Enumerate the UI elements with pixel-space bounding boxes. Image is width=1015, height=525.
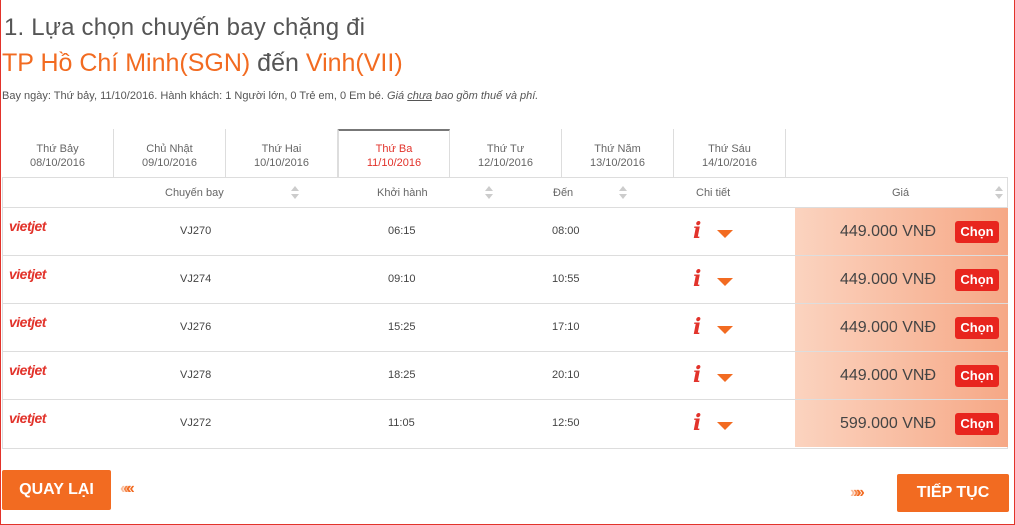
double-chevron-right-icon: »»» bbox=[850, 484, 865, 501]
sort-icon[interactable] bbox=[291, 186, 299, 200]
date-tab[interactable]: Thứ Sáu 14/10/2016 bbox=[674, 129, 786, 177]
date-tab-active[interactable]: Thứ Ba 11/10/2016 bbox=[338, 129, 450, 177]
depart-time: 06:15 bbox=[388, 225, 416, 237]
price: 449.000 VNĐ bbox=[839, 271, 936, 288]
date-tab[interactable]: Thứ Năm 13/10/2016 bbox=[562, 129, 674, 177]
header-price[interactable]: Giá bbox=[892, 187, 909, 199]
origin-city: TP Hồ Chí Minh(SGN) bbox=[2, 49, 251, 77]
destination-city: Vinh(VII) bbox=[305, 49, 403, 77]
caret-down-icon[interactable] bbox=[717, 422, 733, 430]
vietjet-logo: vietjet bbox=[9, 362, 46, 378]
price: 599.000 VNĐ bbox=[839, 415, 936, 432]
price: 449.000 VNĐ bbox=[839, 319, 936, 336]
double-chevron-left-icon: ««« bbox=[120, 480, 135, 497]
price-cell: 449.000 VNĐ Chọn bbox=[795, 256, 1008, 303]
info-icon[interactable]: i bbox=[693, 268, 701, 290]
flight-number: VJ272 bbox=[180, 417, 212, 429]
date-tabs: Thứ Bảy 08/10/2016 Chủ Nhật 09/10/2016 Thứ… bbox=[2, 129, 786, 177]
caret-down-icon[interactable] bbox=[717, 230, 733, 238]
select-flight-button[interactable]: Chọn bbox=[955, 269, 999, 291]
info-icon[interactable]: i bbox=[693, 412, 701, 434]
select-flight-button[interactable]: Chọn bbox=[955, 413, 999, 435]
info-icon[interactable]: i bbox=[693, 220, 701, 242]
flight-info-text: Bay ngày: Thứ bảy, 11/10/2016. Hành khác… bbox=[2, 90, 384, 102]
route-connector: đến bbox=[257, 49, 299, 77]
select-flight-button[interactable]: Chọn bbox=[955, 365, 999, 387]
price-cell: 599.000 VNĐ Chọn bbox=[795, 400, 1008, 447]
date-tab[interactable]: Chủ Nhật 09/10/2016 bbox=[114, 129, 226, 177]
flight-number: VJ270 bbox=[180, 225, 212, 237]
page-title: 1. Lựa chọn chuyến bay chặng đi bbox=[4, 14, 366, 41]
sort-icon[interactable] bbox=[485, 186, 493, 200]
arrive-time: 20:10 bbox=[552, 369, 580, 381]
table-row: vietjet VJ274 09:10 10:55 i 449.000 VNĐ … bbox=[3, 256, 1008, 304]
route-title: TP Hồ Chí Minh(SGN) đến Vinh(VII) bbox=[2, 49, 403, 78]
header-detail: Chi tiết bbox=[696, 187, 731, 199]
header-flight[interactable]: Chuyến bay bbox=[165, 187, 224, 199]
flight-info-line: Bay ngày: Thứ bảy, 11/10/2016. Hành khác… bbox=[2, 90, 538, 102]
arrive-time: 12:50 bbox=[552, 417, 580, 429]
depart-time: 09:10 bbox=[388, 273, 416, 285]
table-row: vietjet VJ270 06:15 08:00 i 449.000 VNĐ … bbox=[3, 208, 1008, 256]
date-tab[interactable]: Thứ Bảy 08/10/2016 bbox=[2, 129, 114, 177]
table-header: Chuyến bay Khởi hành Đến Chi tiết Giá bbox=[3, 178, 1007, 208]
vietjet-logo: vietjet bbox=[9, 410, 46, 426]
flight-number: VJ276 bbox=[180, 321, 212, 333]
header-arrive[interactable]: Đến bbox=[553, 187, 573, 199]
flight-number: VJ274 bbox=[180, 273, 212, 285]
price-cell: 449.000 VNĐ Chọn bbox=[795, 304, 1008, 351]
vietjet-logo: vietjet bbox=[9, 218, 46, 234]
table-row: vietjet VJ272 11:05 12:50 i 599.000 VNĐ … bbox=[3, 400, 1008, 448]
table-row: vietjet VJ276 15:25 17:10 i 449.000 VNĐ … bbox=[3, 304, 1008, 352]
depart-time: 18:25 bbox=[388, 369, 416, 381]
caret-down-icon[interactable] bbox=[717, 278, 733, 286]
continue-button[interactable]: TIẾP TỤC bbox=[897, 474, 1009, 512]
price-cell: 449.000 VNĐ Chọn bbox=[795, 352, 1008, 399]
select-flight-button[interactable]: Chọn bbox=[955, 221, 999, 243]
caret-down-icon[interactable] bbox=[717, 374, 733, 382]
table-row: vietjet VJ278 18:25 20:10 i 449.000 VNĐ … bbox=[3, 352, 1008, 400]
caret-down-icon[interactable] bbox=[717, 326, 733, 334]
sort-icon[interactable] bbox=[619, 186, 627, 200]
depart-time: 15:25 bbox=[388, 321, 416, 333]
header-depart[interactable]: Khởi hành bbox=[377, 187, 428, 199]
arrive-time: 17:10 bbox=[552, 321, 580, 333]
back-button[interactable]: QUAY LẠI bbox=[2, 470, 111, 510]
vietjet-logo: vietjet bbox=[9, 314, 46, 330]
arrive-time: 08:00 bbox=[552, 225, 580, 237]
flights-table: Chuyến bay Khởi hành Đến Chi tiết Giá vi… bbox=[2, 177, 1008, 449]
depart-time: 11:05 bbox=[388, 417, 415, 429]
vietjet-logo: vietjet bbox=[9, 266, 46, 282]
date-tab[interactable]: Thứ Tư 12/10/2016 bbox=[450, 129, 562, 177]
price: 449.000 VNĐ bbox=[839, 223, 936, 240]
price: 449.000 VNĐ bbox=[839, 367, 936, 384]
info-icon[interactable]: i bbox=[693, 316, 701, 338]
flight-number: VJ278 bbox=[180, 369, 212, 381]
info-icon[interactable]: i bbox=[693, 364, 701, 386]
date-tab[interactable]: Thứ Hai 10/10/2016 bbox=[226, 129, 338, 177]
sort-icon[interactable] bbox=[995, 186, 1003, 200]
price-cell: 449.000 VNĐ Chọn bbox=[795, 208, 1008, 255]
tax-note: Giá chưa bao gồm thuế và phí. bbox=[387, 90, 539, 102]
select-flight-button[interactable]: Chọn bbox=[955, 317, 999, 339]
arrive-time: 10:55 bbox=[552, 273, 580, 285]
